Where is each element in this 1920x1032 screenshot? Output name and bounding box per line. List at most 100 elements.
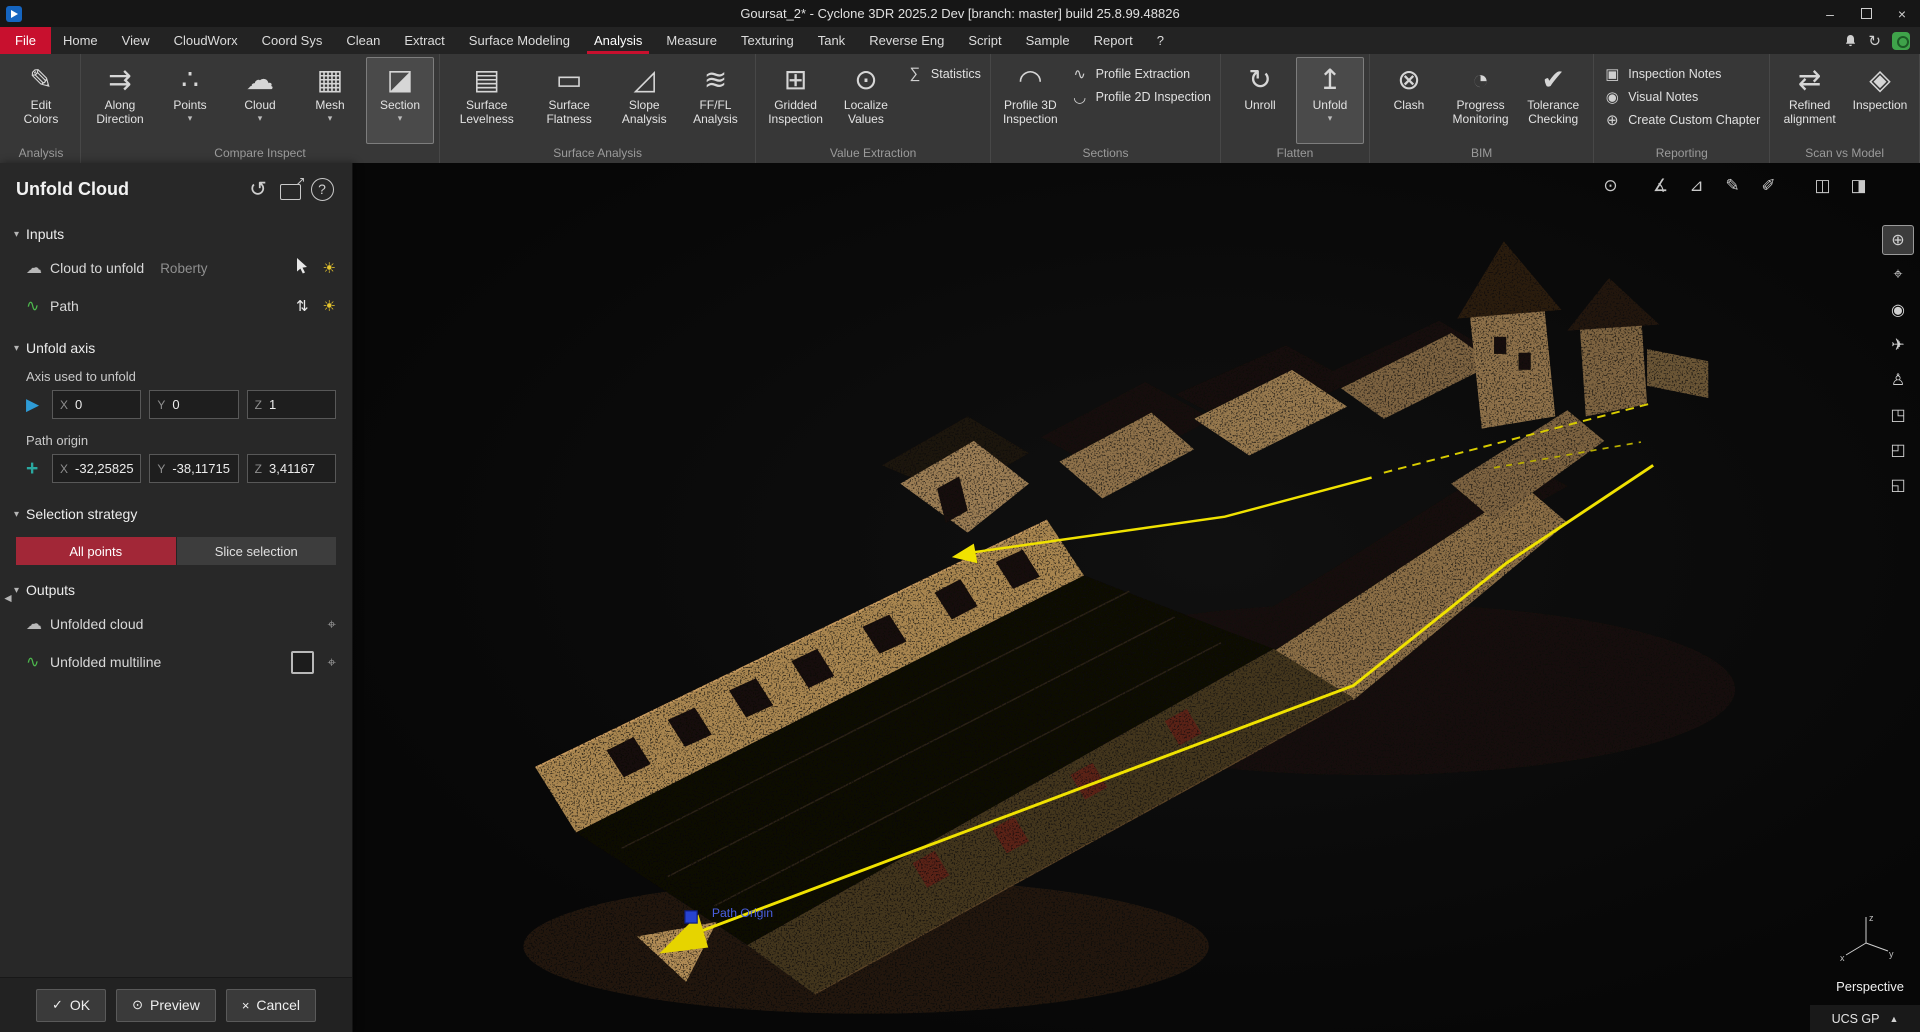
edit-colors-button[interactable]: ✎Edit Colors — [7, 57, 75, 144]
mesh-button[interactable]: ▦Mesh▾ — [296, 57, 364, 144]
section-outputs[interactable]: ▾ Outputs — [0, 575, 352, 605]
view-settings-icon[interactable]: ◫ — [1809, 173, 1836, 198]
section-inputs[interactable]: ▾ Inputs — [0, 219, 352, 249]
minimize-button[interactable]: – — [1812, 0, 1848, 27]
viewport-3d-canvas[interactable]: Path Origin — [352, 163, 1920, 1032]
surface-levelness-button[interactable]: ▤Surface Levelness — [445, 57, 528, 144]
points-button[interactable]: ∴Points▾ — [156, 57, 224, 144]
viewport-3d[interactable]: Path Origin ⊙∡⊿✎✐◫◨ ⊕⌖◉✈♙◳◰◱ z x y Persp… — [352, 163, 1920, 1032]
pin-icon[interactable]: ⌖ — [328, 654, 336, 671]
menu-help[interactable]: ? — [1145, 27, 1176, 54]
menu-view[interactable]: View — [110, 27, 162, 54]
axis-x-field[interactable]: X 0 — [52, 390, 141, 419]
user-avatar[interactable] — [1892, 32, 1910, 50]
tolerance-checking-button[interactable]: ✔Tolerance Checking — [1518, 57, 1588, 144]
fffl-analysis-button[interactable]: ≋FF/FL Analysis — [681, 57, 751, 144]
cancel-button[interactable]: × Cancel — [226, 989, 316, 1022]
pick-cursor-icon[interactable] — [296, 258, 309, 279]
iso-view-icon[interactable]: ◱ — [1882, 470, 1914, 500]
profile-2d-inspection-button[interactable]: ◡Profile 2D Inspection — [1071, 88, 1211, 106]
section-selection-strategy[interactable]: ▾ Selection strategy — [0, 499, 352, 529]
menu-surface-modeling[interactable]: Surface Modeling — [457, 27, 582, 54]
highlight-sun-icon[interactable]: ☀ — [323, 259, 336, 277]
menu-sample[interactable]: Sample — [1014, 27, 1082, 54]
help-button[interactable]: ? — [308, 176, 336, 202]
notification-bell-icon[interactable] — [1844, 34, 1857, 48]
maximize-button[interactable] — [1848, 0, 1884, 27]
inspection-button[interactable]: ◈Inspection — [1846, 57, 1914, 144]
gridded-inspection-button[interactable]: ⊞Gridded Inspection — [761, 57, 830, 144]
origin-plus-icon[interactable]: + — [26, 460, 44, 478]
export-icon[interactable]: ↗ — [276, 176, 304, 202]
ucs-button[interactable]: UCS GP ▲ — [1810, 1005, 1920, 1032]
create-custom-chapter-button[interactable]: ⊕Create Custom Chapter — [1603, 111, 1760, 129]
slice-selection-button[interactable]: Slice selection — [176, 537, 337, 565]
sync-icon[interactable]: ↻ — [1868, 32, 1881, 50]
clash-button[interactable]: ⊗Clash — [1375, 57, 1443, 144]
menu-reverse-eng[interactable]: Reverse Eng — [857, 27, 956, 54]
cube-view-icon[interactable]: ◳ — [1882, 400, 1914, 430]
zoom-target-icon[interactable]: ⌖ — [1882, 260, 1914, 290]
section-button[interactable]: ◪Section▾ — [366, 57, 434, 144]
menu-report[interactable]: Report — [1082, 27, 1145, 54]
menu-texturing[interactable]: Texturing — [729, 27, 806, 54]
axis-arrow-icon[interactable]: ▶ — [26, 395, 44, 415]
statistics-button[interactable]: ∑Statistics — [906, 65, 981, 82]
ok-button[interactable]: ✓ OK — [36, 989, 106, 1022]
triangle-measure-icon[interactable]: ⊿ — [1683, 173, 1710, 198]
cloud-button[interactable]: ☁Cloud▾ — [226, 57, 294, 144]
center-view-icon[interactable]: ⊙ — [1597, 173, 1624, 198]
fly-mode-icon[interactable]: ✈ — [1882, 330, 1914, 360]
origin-x-field[interactable]: X -32,25825 — [52, 454, 141, 483]
camera-view-icon[interactable]: ◉ — [1882, 295, 1914, 325]
front-view-icon[interactable]: ◰ — [1882, 435, 1914, 465]
menu-measure[interactable]: Measure — [654, 27, 729, 54]
inspection-notes-button[interactable]: ▣Inspection Notes — [1603, 65, 1760, 83]
unfold-button[interactable]: ↥Unfold▾ — [1296, 57, 1364, 144]
profile-extraction-button[interactable]: ∿Profile Extraction — [1071, 65, 1211, 83]
along-direction-button[interactable]: ⇉Along Direction — [86, 57, 154, 144]
orbit-icon[interactable]: ⊕ — [1882, 225, 1914, 255]
unfolded-multiline-checkbox[interactable] — [291, 651, 314, 674]
render-mode-icon[interactable]: ◨ — [1845, 173, 1872, 198]
menu-file[interactable]: File — [0, 27, 51, 54]
maximize-icon — [1861, 8, 1872, 19]
reverse-path-icon[interactable]: ⇅ — [296, 297, 309, 315]
panel-collapse-handle[interactable]: ◄ — [2, 591, 14, 605]
axis-z-field[interactable]: Z 1 — [247, 390, 336, 419]
menu-clean[interactable]: Clean — [334, 27, 392, 54]
origin-z-field[interactable]: Z 3,41167 — [247, 454, 336, 483]
origin-y-field[interactable]: Y -38,11715 — [149, 454, 238, 483]
annotate-icon[interactable]: ✎ — [1719, 173, 1746, 198]
close-button[interactable]: × — [1884, 0, 1920, 27]
surface-flatness-button[interactable]: ▭Surface Flatness — [530, 57, 607, 144]
profile-3d-inspection-button[interactable]: ◠Profile 3D Inspection — [996, 57, 1065, 144]
menu-analysis[interactable]: Analysis — [582, 27, 654, 54]
preview-button[interactable]: ⊙ Preview — [116, 989, 216, 1022]
visual-notes-button[interactable]: ◉Visual Notes — [1603, 88, 1760, 106]
menu-script[interactable]: Script — [956, 27, 1013, 54]
section-unfold-axis-label: Unfold axis — [26, 340, 95, 356]
all-points-button[interactable]: All points — [16, 537, 176, 565]
draw-profile-icon[interactable]: ✐ — [1755, 173, 1782, 198]
help-icon: ? — [311, 178, 334, 201]
highlight-sun-icon[interactable]: ☀ — [323, 297, 336, 315]
create-custom-chapter-label: Create Custom Chapter — [1628, 113, 1760, 127]
menu-cloudworx[interactable]: CloudWorx — [162, 27, 250, 54]
localize-values-button[interactable]: ⊙Localize Values — [832, 57, 900, 144]
path-origin-marker[interactable] — [685, 911, 697, 923]
unroll-button[interactable]: ↻Unroll — [1226, 57, 1294, 144]
menu-extract[interactable]: Extract — [392, 27, 456, 54]
progress-monitoring-button[interactable]: ◔Progress Monitoring — [1445, 57, 1516, 144]
angle-measure-icon[interactable]: ∡ — [1647, 173, 1674, 198]
menu-home[interactable]: Home — [51, 27, 110, 54]
slope-analysis-button[interactable]: ◿Slope Analysis — [610, 57, 679, 144]
pin-icon[interactable]: ⌖ — [328, 616, 336, 633]
axis-y-field[interactable]: Y 0 — [149, 390, 238, 419]
reset-icon[interactable]: ↺ — [244, 176, 272, 202]
section-unfold-axis[interactable]: ▾ Unfold axis — [0, 333, 352, 363]
refined-alignment-button[interactable]: ⇄Refined alignment — [1775, 57, 1844, 144]
menu-coord-sys[interactable]: Coord Sys — [250, 27, 335, 54]
walk-mode-icon[interactable]: ♙ — [1882, 365, 1914, 395]
menu-tank[interactable]: Tank — [806, 27, 857, 54]
